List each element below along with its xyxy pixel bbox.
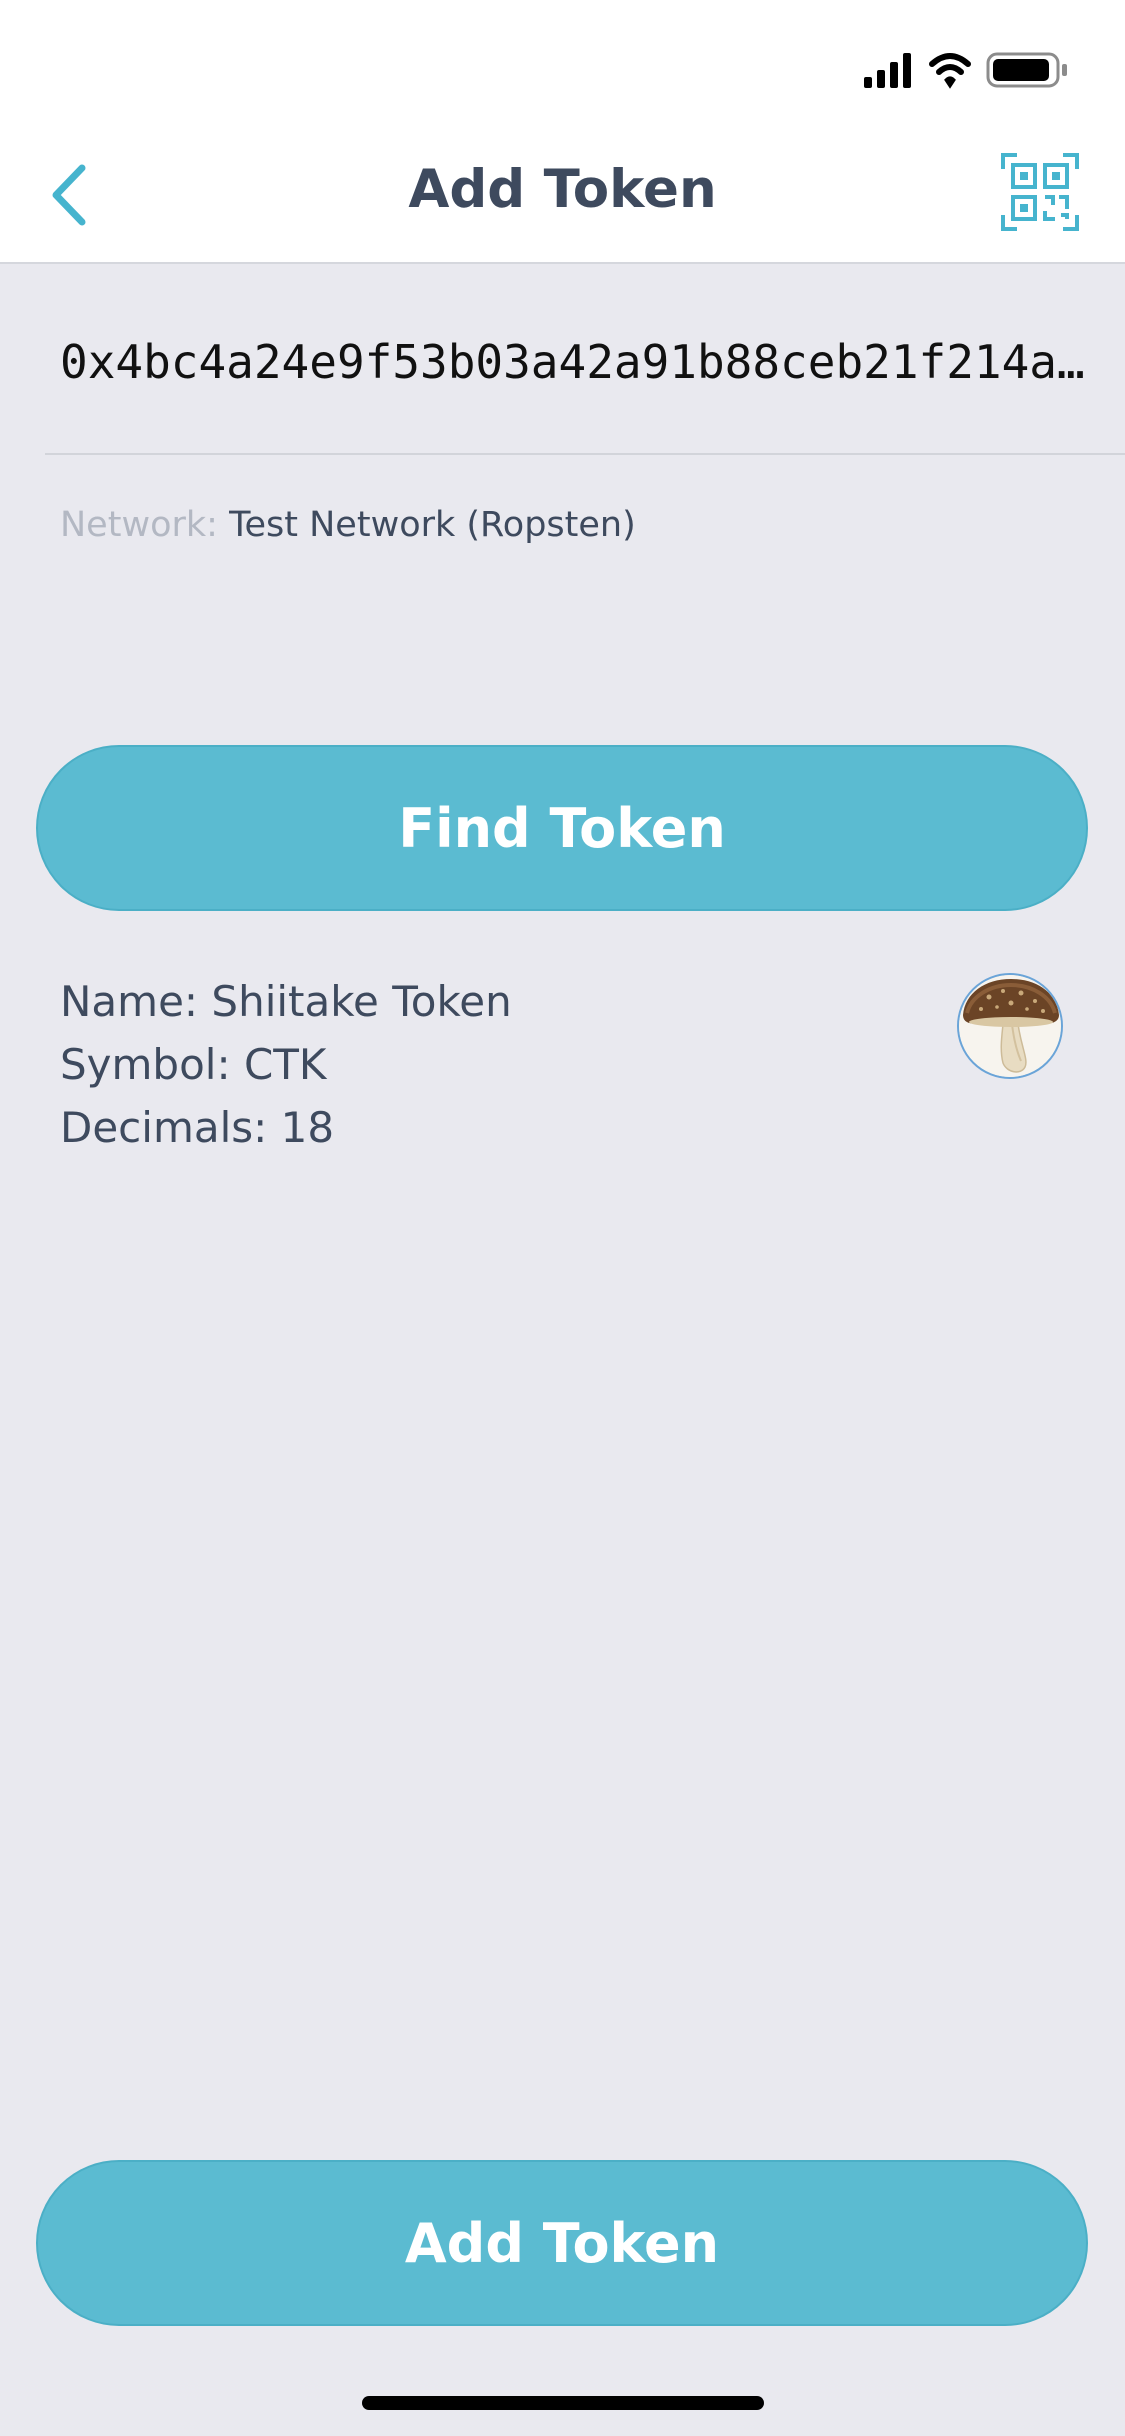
status-bar [0, 0, 1125, 130]
token-name: Name: Shiitake Token [60, 977, 512, 1026]
token-image [957, 973, 1063, 1079]
navigation-bar: Add Token [0, 130, 1125, 264]
network-label: Network: [60, 505, 218, 545]
cellular-signal-icon [864, 53, 911, 88]
wifi-icon [929, 53, 971, 89]
home-indicator [362, 2396, 764, 2410]
qr-scan-icon [1001, 153, 1079, 231]
qr-scan-button[interactable] [1001, 153, 1079, 231]
mushroom-icon [959, 975, 1061, 1077]
status-icons [862, 50, 1078, 90]
page-title: Add Token [408, 158, 717, 220]
token-address-input[interactable]: 0x4bc4a24e9f53b03a42a91b88ceb21f214aa2f9… [60, 330, 1110, 394]
address-divider [45, 453, 1125, 455]
add-token-button[interactable]: Add Token [36, 2160, 1088, 2326]
network-value: Test Network (Ropsten) [229, 505, 636, 545]
token-symbol: Symbol: CTK [60, 1040, 327, 1089]
battery-icon [986, 52, 1067, 88]
token-decimals: Decimals: 18 [60, 1103, 335, 1152]
network-info: Network: Test Network (Ropsten) [60, 497, 636, 553]
find-token-button[interactable]: Find Token [36, 745, 1088, 911]
token-details: Name: Shiitake Token Symbol: CTK Decimal… [60, 970, 512, 1159]
